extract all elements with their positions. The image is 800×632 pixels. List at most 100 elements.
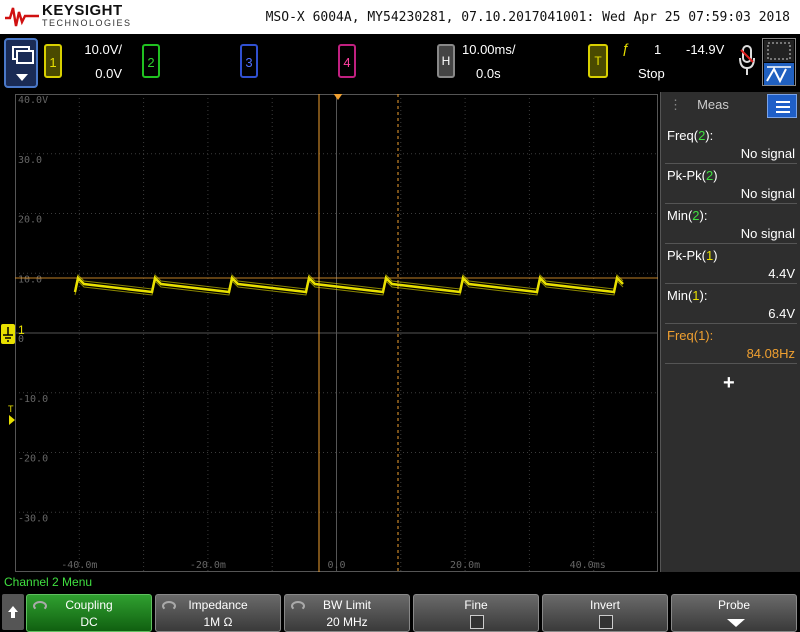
list-icon-bar	[776, 111, 790, 113]
measurement-channel: 1	[692, 288, 700, 303]
x-axis-label: 40.0ms	[570, 560, 606, 571]
channel-2-button[interactable]: 2	[142, 44, 160, 78]
measurement-name: Min(1):	[667, 288, 707, 303]
list-icon[interactable]	[767, 94, 797, 118]
y-axis-label: 30.0	[18, 155, 42, 166]
measurement-value: 4.4V	[768, 266, 795, 281]
measurement-label-end: ):	[699, 288, 708, 303]
brand-name: KEYSIGHT	[42, 2, 123, 19]
chevron-down-icon	[16, 74, 28, 81]
trigger-button[interactable]: T	[588, 44, 608, 78]
measurement-value: No signal	[740, 226, 795, 241]
coupling-softkey[interactable]: Coupling DC	[26, 594, 152, 632]
measurement-label-end: )	[713, 248, 718, 263]
softkey-label: BW Limit	[323, 598, 371, 612]
measurement-name: Freq(1):	[667, 328, 713, 343]
measurement-item[interactable]: Freq(2): No signal	[665, 124, 797, 164]
x-axis-label: -20.0m	[190, 560, 226, 571]
measurement-name: Min(2):	[667, 208, 707, 223]
chevron-down-icon	[727, 619, 745, 627]
measurement-label-end: ):	[705, 328, 714, 343]
measurement-channel: 2	[692, 208, 700, 223]
horizontal-delay: 0.0s	[476, 66, 501, 81]
measurements-panel: ⋮ Meas Freq(2): No signal Pk-Pk(2) No si…	[660, 92, 800, 572]
softkey-label: Impedance	[188, 598, 248, 612]
y-axis-label: -20.0	[18, 454, 48, 465]
measurement-label: Freq(	[667, 328, 699, 343]
channel-1-offset: 0.0V	[95, 66, 122, 81]
channel-4-button[interactable]: 4	[338, 44, 356, 78]
softkey-label: Fine	[464, 598, 488, 612]
trigger-source: 1	[654, 42, 662, 57]
rising-edge-icon: ƒ	[622, 40, 630, 56]
brand-subtitle: TECHNOLOGIES	[42, 18, 132, 28]
softkey-label: Invert	[589, 598, 620, 612]
x-axis-label: 0.0	[327, 560, 345, 571]
softkey-value: DC	[80, 615, 98, 629]
list-icon-bar	[776, 101, 790, 103]
menu-title: Channel 2 Menu	[4, 575, 93, 589]
measurement-item-active[interactable]: Freq(1): 84.08Hz	[665, 324, 797, 364]
probe-softkey[interactable]: Probe	[671, 594, 797, 632]
measurement-label: Pk-Pk(	[667, 248, 706, 263]
measurement-item[interactable]: Min(1): 6.4V	[665, 284, 797, 324]
measurement-label: Min(	[667, 208, 693, 223]
y-axis-label: 10.0	[18, 274, 42, 285]
measurement-label-end: )	[713, 168, 718, 183]
microphone-icon[interactable]	[738, 44, 756, 78]
channel-1-ground-marker[interactable]	[1, 324, 15, 344]
invert-checkbox[interactable]	[599, 615, 613, 629]
softkey-bar: Coupling DC Impedance 1M Ω BW Limit 20 M…	[0, 592, 800, 632]
measurement-item[interactable]: Pk-Pk(1) 4.4V	[665, 244, 797, 284]
list-icon-bar	[776, 106, 790, 108]
control-bar: 1 10.0V/ 0.0V 2 3 4 H 10.00ms/ 0.0s T ƒ …	[0, 34, 800, 92]
measurement-item[interactable]: Pk-Pk(2) No signal	[665, 164, 797, 204]
channel-3-button[interactable]: 3	[240, 44, 258, 78]
measurement-value: 6.4V	[768, 306, 795, 321]
y-axis-label: -10.0	[18, 394, 48, 405]
x-axis-label: 20.0m	[450, 560, 480, 571]
measurement-name: Pk-Pk(1)	[667, 248, 718, 263]
grid-icon	[764, 40, 794, 62]
fine-softkey[interactable]: Fine	[413, 594, 539, 632]
bw-limit-softkey[interactable]: BW Limit 20 MHz	[284, 594, 410, 632]
y-axis-label: 20.0	[18, 215, 42, 226]
drag-handle-icon[interactable]: ⋮	[669, 92, 682, 118]
display-mode-toggle[interactable]	[762, 38, 796, 86]
measurement-label: Pk-Pk(	[667, 168, 706, 183]
instrument-info: MSO-X 6004A, MY54230281, 07.10.201704100…	[265, 10, 790, 25]
keysight-logo-icon	[5, 7, 39, 27]
impedance-softkey[interactable]: Impedance 1M Ω	[155, 594, 281, 632]
waveform-icon	[764, 63, 794, 85]
measurement-label: Freq(	[667, 128, 699, 143]
main-menu-button[interactable]	[4, 38, 38, 88]
x-axis-label: -40.0m	[61, 560, 97, 571]
invert-softkey[interactable]: Invert	[542, 594, 668, 632]
horizontal-scale: 10.00ms/	[462, 42, 516, 57]
trigger-marker-label: T	[8, 404, 14, 414]
measurement-name: Freq(2):	[667, 128, 713, 143]
y-axis-label: -30.0	[18, 513, 48, 524]
meas-tab[interactable]: ⋮ Meas	[661, 92, 765, 118]
window-icon	[16, 50, 34, 64]
title-bar: KEYSIGHT TECHNOLOGIES MSO-X 6004A, MY542…	[0, 0, 800, 34]
add-measurement-button[interactable]: +	[723, 372, 735, 395]
measurement-value: No signal	[740, 146, 795, 161]
channel-1-marker-label: 1	[18, 323, 25, 337]
trigger-level-arrow-icon[interactable]	[9, 415, 15, 425]
horizontal-button[interactable]: H	[437, 44, 455, 78]
softkey-value: 20 MHz	[326, 615, 368, 629]
ground-icon	[3, 327, 13, 342]
waveform-display[interactable]: 40.0V30.020.010.00-10.0-20.0-30.0 -40.0m…	[15, 94, 658, 572]
softkey-value: 1M Ω	[203, 615, 233, 629]
measurement-item[interactable]: Min(2): No signal	[665, 204, 797, 244]
run-status: Stop	[638, 66, 665, 81]
measurement-label-end: ):	[699, 208, 708, 223]
meas-tab-label: Meas	[697, 97, 729, 112]
measurement-value: No signal	[740, 186, 795, 201]
measurement-name: Pk-Pk(2)	[667, 168, 718, 183]
fine-checkbox[interactable]	[470, 615, 484, 629]
back-button[interactable]	[2, 594, 24, 630]
measurement-label-end: ):	[705, 128, 714, 143]
y-axis-label: 40.0V	[18, 95, 48, 106]
